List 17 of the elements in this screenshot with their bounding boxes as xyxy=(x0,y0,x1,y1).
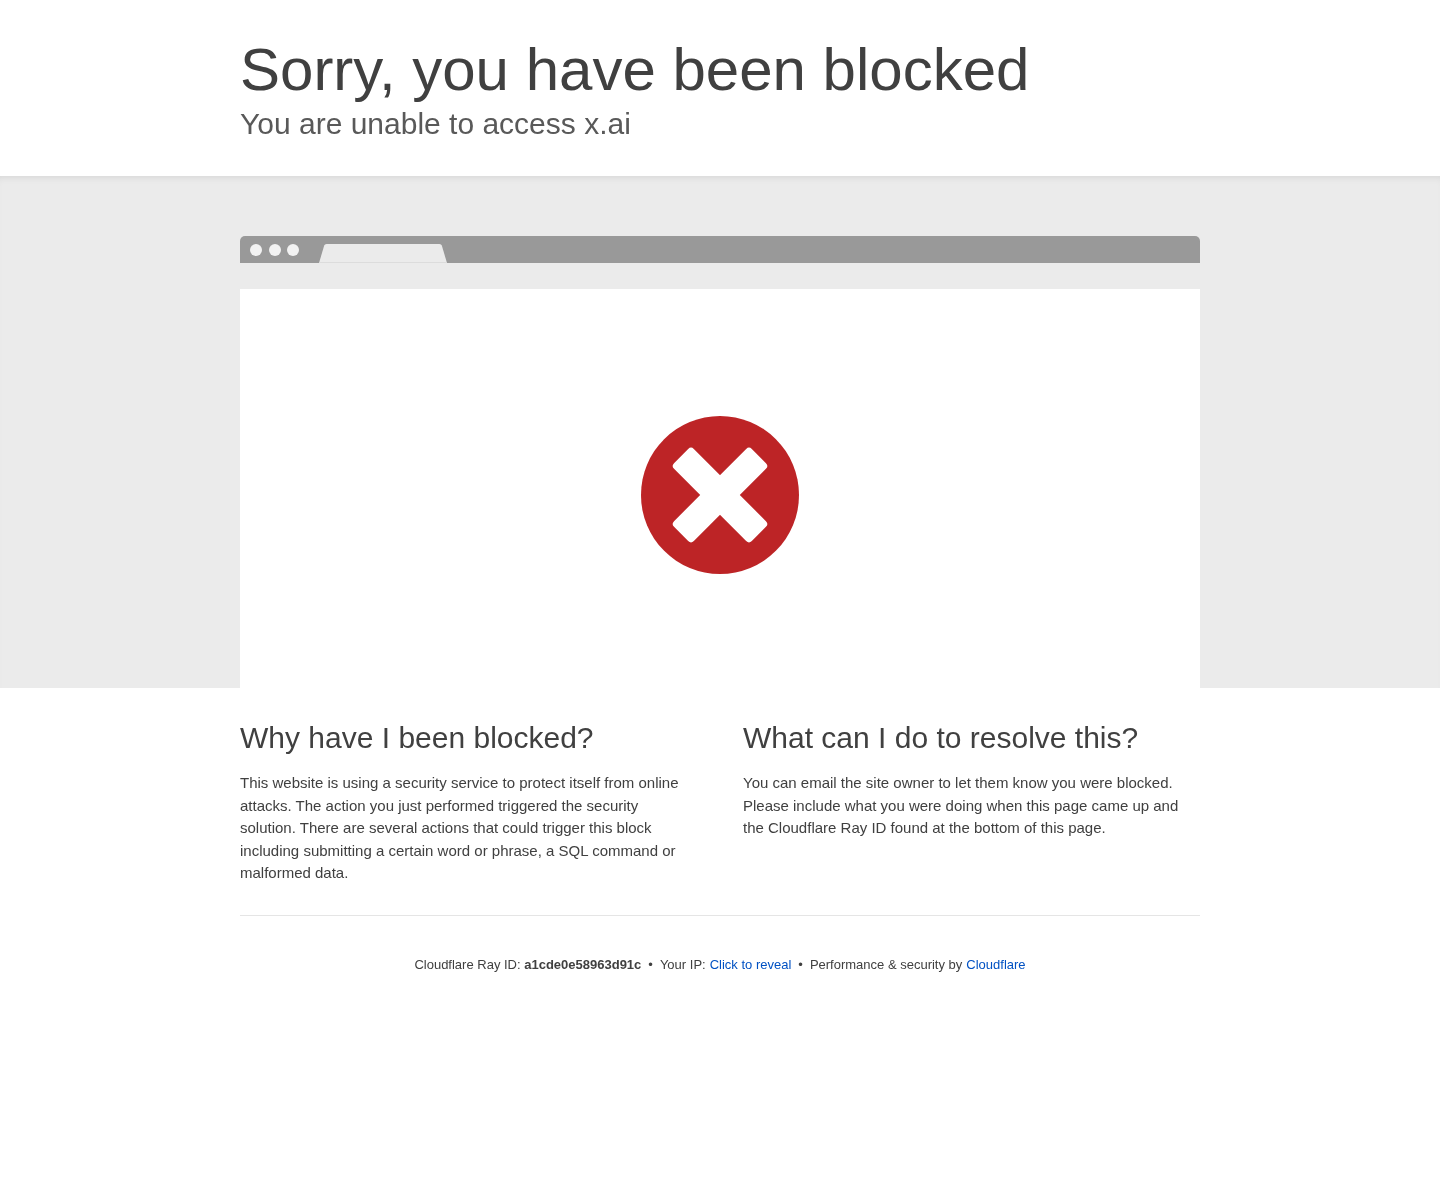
bullet-separator: • xyxy=(648,956,653,974)
page-title: Sorry, you have been blocked xyxy=(240,35,1031,105)
section-heading: Why have I been blocked? xyxy=(240,720,595,756)
footer-text: Cloudflare Ray ID: a1cde0e58963d91c xyxy=(414,956,642,974)
error-icon xyxy=(641,416,799,574)
footer-text: Your IP: xyxy=(659,956,706,974)
window-dot-icon xyxy=(250,243,262,256)
window-dot-icon xyxy=(268,243,281,256)
section-text: You can email the site owner to let them know you were blocked. Please include what you were doing when this page came up and the Cloudflare Ray ID found at the bottom of this page. xyxy=(743,773,1180,838)
footer-link[interactable]: Cloudflare xyxy=(966,955,1026,975)
section-heading: What can I do to resolve this? xyxy=(743,720,1140,756)
window-dot-icon xyxy=(287,243,299,256)
footer-text: Performance & security by xyxy=(809,956,963,974)
footer-link[interactable]: Click to reveal xyxy=(709,955,792,975)
page-subtitle: You are unable to access x.ai xyxy=(240,106,632,142)
section-text: This website is using a security service to protect itself from online attacks. The action you just performed triggered the security solution. There are several actions that could trigger this block including submitting a certain word or phrase, a SQL command or malformed data. xyxy=(240,773,680,883)
bullet-separator: • xyxy=(798,956,803,974)
